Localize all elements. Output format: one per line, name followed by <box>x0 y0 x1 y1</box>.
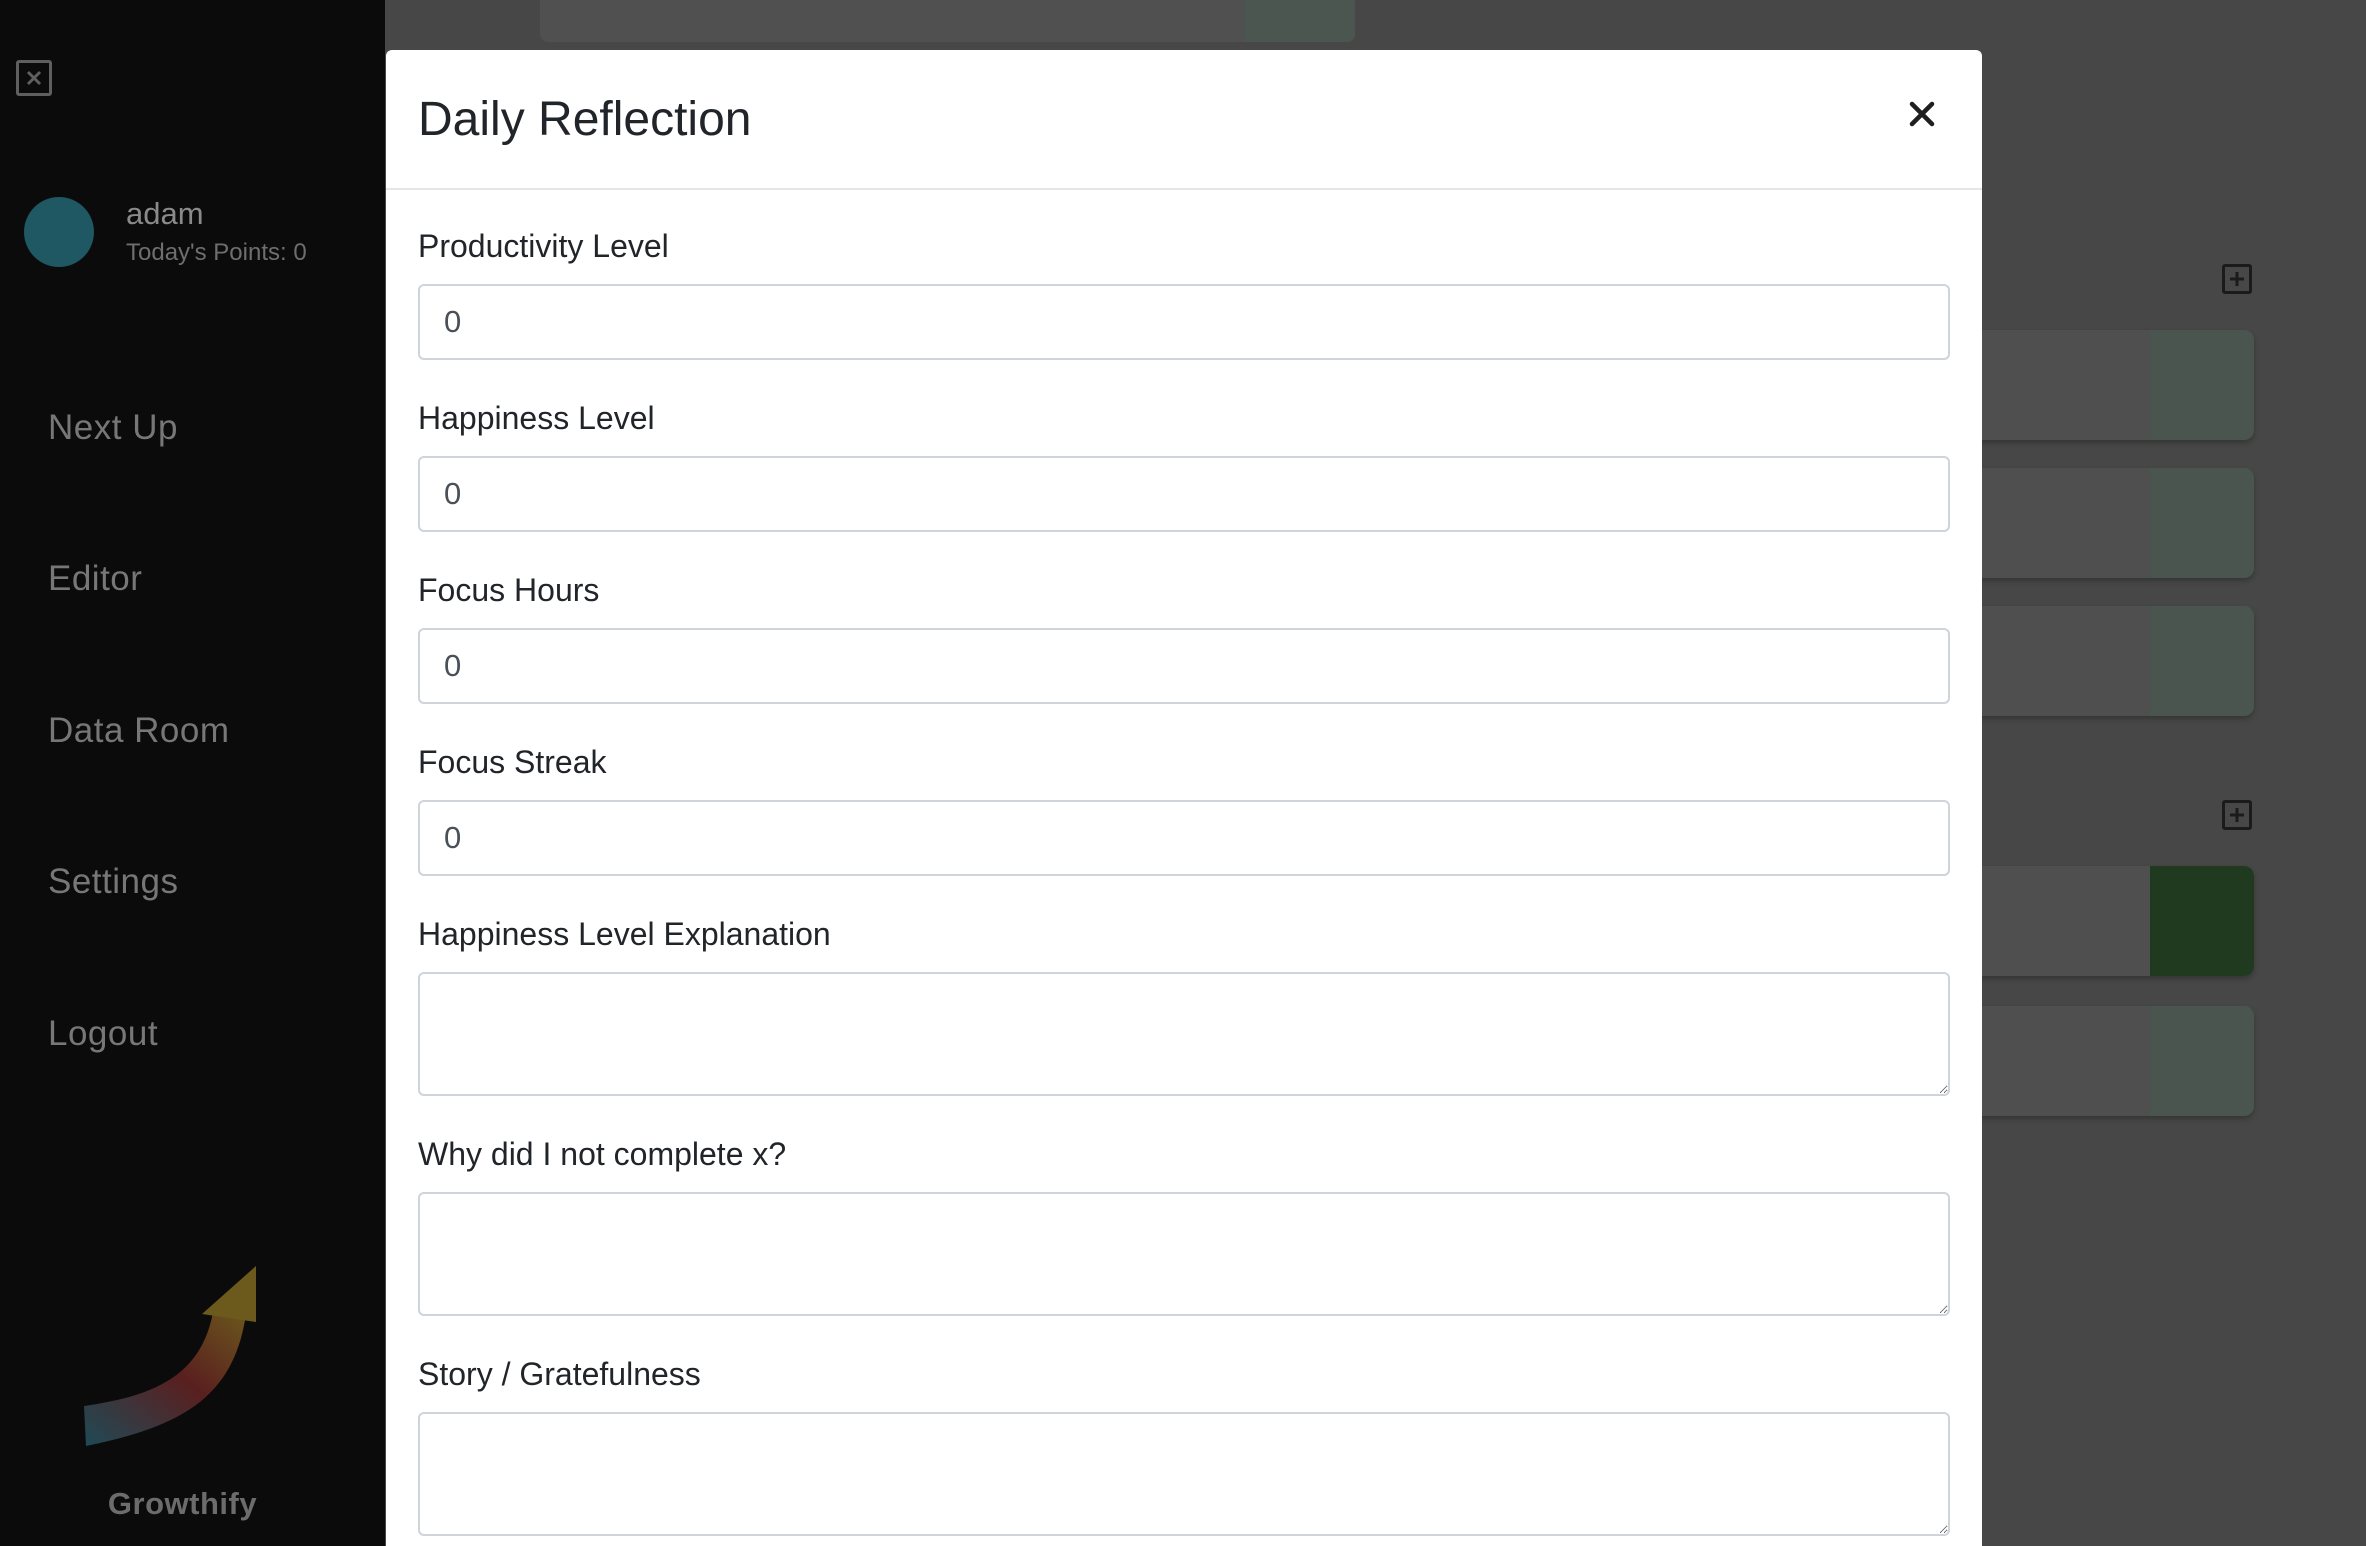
story-gratefulness-textarea[interactable] <box>418 1412 1950 1536</box>
field-label: Story / Gratefulness <box>418 1356 701 1392</box>
field-focus-hours: Focus Hours <box>418 570 1950 704</box>
modal-title: Daily Reflection <box>418 93 752 146</box>
avatar <box>24 197 94 267</box>
field-happiness-explanation: Happiness Level Explanation <box>418 914 1950 1096</box>
card-accent <box>2150 866 2254 976</box>
todays-points: Today's Points: 0 <box>126 239 307 266</box>
field-label: Why did I not complete x? <box>418 1136 787 1172</box>
background-task-card <box>1960 330 2254 440</box>
field-happiness-level: Happiness Level <box>418 398 1950 532</box>
field-label: Focus Hours <box>418 572 600 608</box>
sidebar-item-editor[interactable]: Editor <box>48 504 348 656</box>
sidebar-item-data-room[interactable]: Data Room <box>48 655 348 807</box>
card-accent <box>2150 468 2254 578</box>
background-task-card <box>1960 468 2254 578</box>
user-profile: adam Today's Points: 0 <box>24 194 307 270</box>
productivity-level-input[interactable] <box>418 284 1950 360</box>
field-label: Productivity Level <box>418 228 669 264</box>
username: adam <box>126 196 204 231</box>
growth-arrow-logo <box>84 1266 256 1446</box>
background-top-card <box>540 0 1355 42</box>
modal-header: Daily Reflection <box>386 50 1982 190</box>
happiness-level-input[interactable] <box>418 456 1950 532</box>
focus-hours-input[interactable] <box>418 628 1950 704</box>
daily-reflection-modal: Daily Reflection Productivity Level Happ… <box>386 50 1982 1546</box>
add-task-icon[interactable] <box>2222 264 2252 294</box>
add-habit-icon[interactable] <box>2222 800 2252 830</box>
sidebar-nav: Next Up Editor Data Room Settings Logout <box>48 352 348 1110</box>
modal-close-button[interactable] <box>1902 94 1942 134</box>
happiness-explanation-textarea[interactable] <box>418 972 1950 1096</box>
field-label: Focus Streak <box>418 744 607 780</box>
plus-icon <box>2230 808 2244 822</box>
background-habit-card <box>1960 1006 2254 1116</box>
field-story-gratefulness: Story / Gratefulness <box>418 1354 1950 1536</box>
close-square-icon <box>26 70 42 86</box>
plus-icon <box>2230 272 2244 286</box>
card-accent <box>2150 606 2254 716</box>
field-why-not-complete: Why did I not complete x? <box>418 1134 1950 1316</box>
sidebar-item-next-up[interactable]: Next Up <box>48 352 348 504</box>
field-focus-streak: Focus Streak <box>418 742 1950 876</box>
sidebar-item-settings[interactable]: Settings <box>48 807 348 959</box>
why-not-complete-textarea[interactable] <box>418 1192 1950 1316</box>
brand-name: Growthify <box>107 1486 258 1521</box>
sidebar: adam Today's Points: 0 Next Up Editor Da… <box>0 0 385 1546</box>
card-accent <box>2150 1006 2254 1116</box>
field-productivity-level: Productivity Level <box>418 226 1950 360</box>
field-label: Happiness Level <box>418 400 655 436</box>
close-icon <box>1909 101 1935 127</box>
background-habit-card <box>1960 866 2254 976</box>
card-accent <box>2150 330 2254 440</box>
background-task-card <box>1960 606 2254 716</box>
background-top-card-accent <box>1245 0 1355 42</box>
sidebar-item-logout[interactable]: Logout <box>48 958 348 1110</box>
focus-streak-input[interactable] <box>418 800 1950 876</box>
sidebar-close-button[interactable] <box>16 60 52 96</box>
field-label: Happiness Level Explanation <box>418 916 831 952</box>
